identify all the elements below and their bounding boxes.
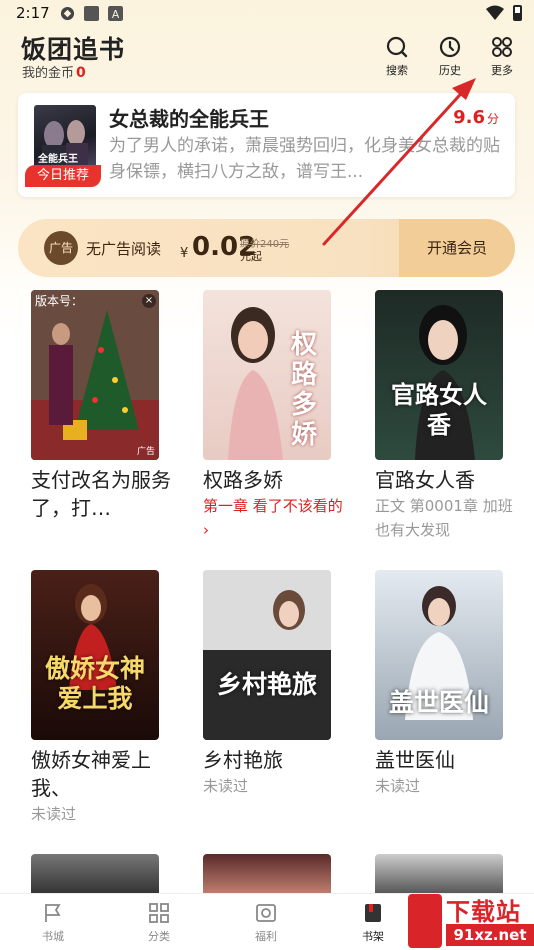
more-label: 更多 bbox=[491, 64, 513, 77]
book-title: 支付改名为服务了，打… bbox=[31, 468, 171, 520]
gift-icon bbox=[256, 904, 276, 922]
cover-portrait-image bbox=[203, 570, 331, 740]
history-button[interactable]: 历史 bbox=[430, 36, 470, 78]
search-button[interactable]: 搜索 bbox=[377, 36, 417, 78]
app-notification-icon bbox=[60, 6, 75, 21]
nav-label: 福利 bbox=[255, 930, 277, 943]
book-cover: 盖世医仙 bbox=[375, 570, 503, 740]
app-title: 饭团追书 bbox=[21, 35, 126, 64]
search-label: 搜索 bbox=[386, 64, 408, 77]
book-progress: 未读过 bbox=[31, 805, 77, 823]
book-item[interactable]: 盖世医仙 盖世医仙 未读过 bbox=[375, 570, 515, 798]
book-cover-title: 盖世医仙 bbox=[388, 688, 489, 717]
nav-item-category[interactable]: 分类 bbox=[129, 902, 189, 944]
book-progress: 第一章 看了不该看的 › bbox=[203, 497, 343, 539]
status-bar: 2:17 A bbox=[0, 0, 534, 28]
ad-close-icon[interactable]: × bbox=[142, 294, 156, 308]
book-cover: 乡村艳旅 bbox=[203, 570, 331, 740]
price-suffix: 元起 bbox=[240, 250, 262, 263]
book-cover-partial[interactable] bbox=[375, 854, 503, 894]
nav-item-welfare[interactable]: 福利 bbox=[236, 902, 296, 944]
no-ad-label: 无广告阅读 bbox=[86, 240, 162, 258]
book-title: 乡村艳旅 bbox=[203, 748, 283, 772]
nav-item-bookshelf[interactable]: 书架 bbox=[343, 902, 403, 944]
book-item[interactable]: 乡村艳旅 乡村艳旅 未读过 bbox=[203, 570, 343, 798]
bookshelf-icon bbox=[365, 904, 381, 922]
ad-cover: 版本号： × 广告 bbox=[31, 290, 159, 460]
ad-image bbox=[31, 290, 159, 460]
grid-icon bbox=[492, 37, 512, 57]
book-cover-partial[interactable] bbox=[203, 854, 331, 894]
image-notification-icon bbox=[84, 6, 99, 21]
book-title: 傲娇女神爱上我、 bbox=[31, 748, 151, 800]
book-item[interactable]: 傲娇女神爱上我 傲娇女神爱上我、 未读过 bbox=[31, 570, 171, 826]
more-button[interactable]: 更多 bbox=[482, 36, 522, 78]
book-item-ad[interactable]: 版本号： × 广告 支付改名为服务了，打… bbox=[31, 290, 171, 522]
ad-version-tag: 版本号： bbox=[35, 294, 84, 308]
book-cover: 官路女人香 bbox=[375, 290, 503, 460]
recommend-title: 女总裁的全能兵王 bbox=[109, 107, 269, 131]
recommend-description: 为了男人的承诺，萧晨强势回归，化身美女总裁的贴身保镖，横扫八方之敌，谱写王... bbox=[109, 136, 500, 182]
nav-label: 分类 bbox=[148, 930, 170, 943]
watermark-logo bbox=[408, 894, 442, 948]
a-notification-icon: A bbox=[108, 6, 123, 21]
clock-icon bbox=[439, 36, 461, 58]
book-title: 盖世医仙 bbox=[375, 748, 455, 772]
book-cover-partial[interactable] bbox=[31, 854, 159, 894]
watermark-text: 下载站 bbox=[446, 898, 521, 926]
watermark-url: 91xz.net bbox=[446, 924, 534, 946]
no-ad-icon: 广告 bbox=[44, 231, 78, 265]
book-cover-title: 权路多娇 bbox=[290, 330, 317, 450]
recommend-score: 9.6 分 bbox=[453, 107, 499, 128]
book-title: 权路多娇 bbox=[203, 468, 283, 492]
coins-value: 0 bbox=[76, 65, 86, 81]
status-time: 2:17 bbox=[16, 4, 50, 22]
book-cover-title: 官路女人香 bbox=[391, 381, 487, 439]
nav-label: 书架 bbox=[362, 930, 384, 943]
search-icon bbox=[386, 36, 408, 58]
nav-label: 书城 bbox=[42, 930, 64, 943]
svg-text:A: A bbox=[112, 8, 120, 21]
ad-label: 广告 bbox=[136, 447, 155, 457]
coins-display[interactable]: 我的金币 0 bbox=[22, 62, 86, 81]
book-progress: 正文 第0001章 加班也有大发现 bbox=[375, 497, 513, 539]
open-vip-button[interactable]: 开通会员 bbox=[399, 219, 515, 277]
recommend-cover-text: 全能兵王 bbox=[38, 154, 78, 165]
category-grid-icon bbox=[149, 903, 169, 923]
book-cover-title: 傲娇女神爱上我 bbox=[45, 654, 146, 713]
score-value: 9.6 bbox=[453, 107, 485, 128]
book-item[interactable]: 权路多娇 权路多娇 第一章 看了不该看的 › bbox=[203, 290, 343, 542]
coins-label: 我的金币 bbox=[22, 66, 75, 81]
watermark: 下载站 91xz.net bbox=[408, 892, 534, 950]
vip-banner[interactable]: 广告 无广告阅读 ¥ 0.02 原价240元 元起 开通会员 bbox=[18, 219, 515, 277]
book-item[interactable]: 官路女人香 官路女人香 正文 第0001章 加班也有大发现 bbox=[375, 290, 515, 542]
book-cover: 权路多娇 bbox=[203, 290, 331, 460]
book-title: 官路女人香 bbox=[375, 468, 475, 492]
score-unit: 分 bbox=[486, 112, 499, 126]
currency-symbol: ¥ bbox=[180, 246, 189, 261]
wifi-icon bbox=[486, 5, 504, 20]
nav-item-bookstore[interactable]: 书城 bbox=[23, 902, 83, 944]
history-label: 历史 bbox=[439, 64, 461, 77]
book-cover: 傲娇女神爱上我 bbox=[31, 570, 159, 740]
book-progress: 未读过 bbox=[375, 777, 421, 795]
book-progress: 未读过 bbox=[203, 777, 249, 795]
flag-icon bbox=[45, 904, 61, 922]
battery-icon bbox=[513, 5, 522, 21]
book-cover-title: 乡村艳旅 bbox=[216, 670, 317, 699]
today-recommend-badge: 今日推荐 bbox=[25, 165, 101, 187]
